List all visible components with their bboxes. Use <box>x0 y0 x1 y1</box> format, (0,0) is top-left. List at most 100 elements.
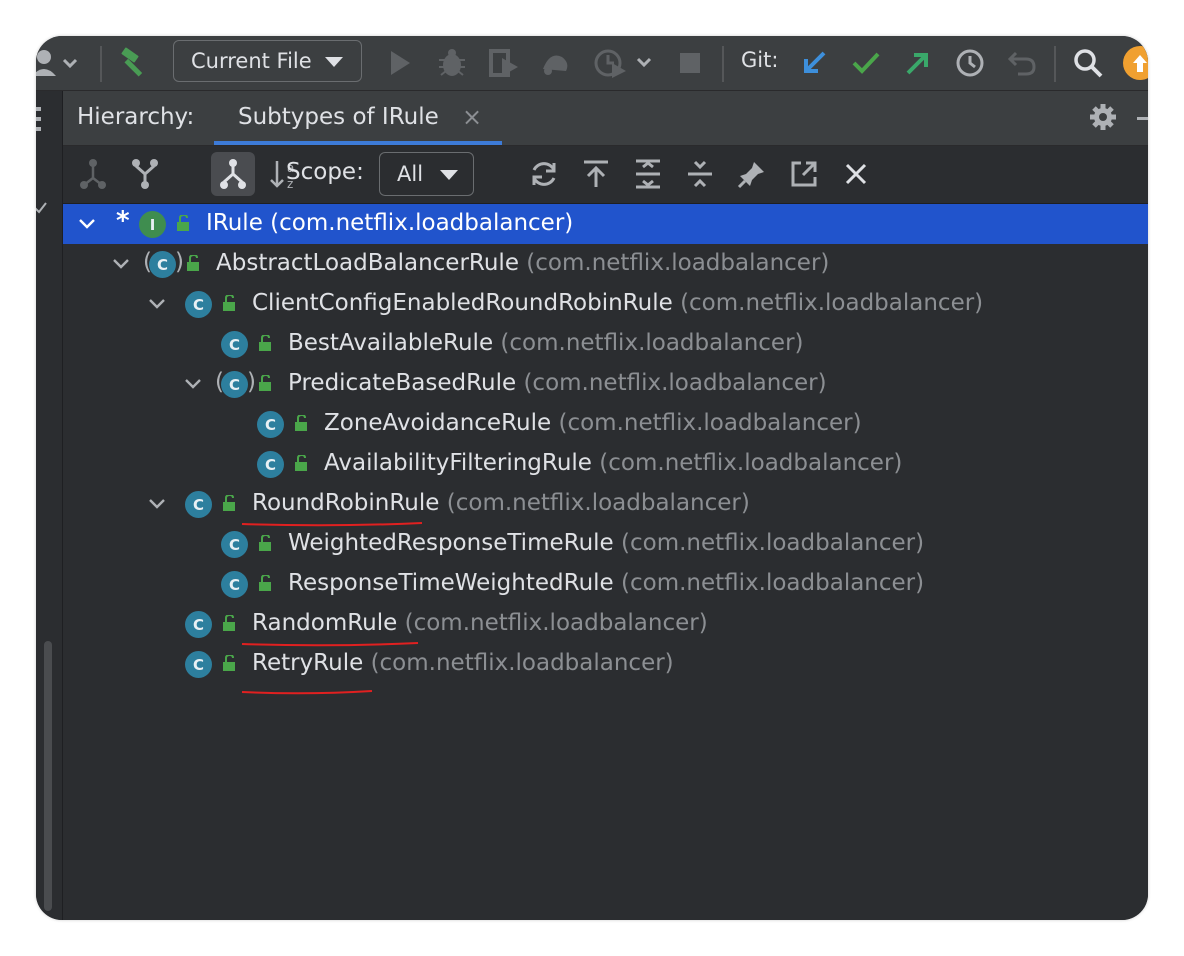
close-icon[interactable]: × <box>462 103 482 131</box>
debug-icon[interactable] <box>432 43 472 83</box>
expand-all-icon[interactable] <box>626 152 670 196</box>
subtypes-hierarchy-icon[interactable] <box>211 152 255 196</box>
red-underline-annotation <box>241 690 373 695</box>
tree-node[interactable]: C ClientConfigEnabledRoundRobinRule (com.… <box>63 284 1148 324</box>
export-icon[interactable] <box>782 152 826 196</box>
public-access-icon <box>223 655 235 671</box>
tree-node[interactable]: C AvailabilityFilteringRule (com.netflix.… <box>63 444 1148 484</box>
chevron-down-icon <box>440 170 458 180</box>
git-commit-icon[interactable] <box>846 43 886 83</box>
drag-handle-icon[interactable] <box>36 105 44 133</box>
chevron-down-icon[interactable] <box>148 495 166 513</box>
tree-node[interactable]: () C PredicateBasedRule (com.netflix.loadb… <box>63 364 1148 404</box>
abstract-class-icon: C <box>149 251 176 278</box>
tree-node-label: ResponseTimeWeightedRule (com.netflix.lo… <box>288 570 924 596</box>
toolbar-separator <box>722 46 724 82</box>
scrollbar-thumb[interactable] <box>44 641 52 911</box>
tree-node[interactable]: C RandomRule (com.netflix.loadbalancer) <box>63 604 1148 644</box>
user-icon[interactable] <box>36 43 86 83</box>
class-name: AbstractLoadBalancerRule <box>216 250 519 276</box>
git-push-icon[interactable] <box>898 43 938 83</box>
package-name: (com.netflix.loadbalancer) <box>621 570 925 596</box>
pin-icon[interactable] <box>730 152 774 196</box>
tree-node-label: AvailabilityFilteringRule (com.netflix.l… <box>324 450 902 476</box>
public-access-icon <box>295 415 307 431</box>
hierarchy-panel-header: Hierarchy: Subtypes of IRule × <box>63 91 1148 146</box>
package-name: (com.netflix.loadbalancer) <box>446 490 750 516</box>
abstract-class-icon: C <box>221 371 248 398</box>
public-access-icon <box>223 495 235 511</box>
active-tab-indicator <box>214 141 502 145</box>
package-name: (com.netflix.loadbalancer) <box>404 610 708 636</box>
class-name: ZoneAvoidanceRule <box>324 410 552 436</box>
profile-icon[interactable] <box>536 43 576 83</box>
tree-node-label: RoundRobinRule (com.netflix.loadbalancer… <box>252 490 750 516</box>
refresh-icon[interactable] <box>522 152 566 196</box>
abstract-marker: ) <box>175 249 184 275</box>
scope-select[interactable]: All <box>379 152 474 196</box>
tree-node[interactable]: C RoundRobinRule (com.netflix.loadbalance… <box>63 484 1148 524</box>
class-icon: C <box>221 571 248 598</box>
rollback-icon[interactable] <box>1002 43 1042 83</box>
package-name: (com.netflix.loadbalancer) <box>680 290 984 316</box>
tree-node[interactable]: () C AbstractLoadBalancerRule (com.netflix… <box>63 244 1148 284</box>
chevron-down-icon[interactable] <box>112 255 130 273</box>
tree-node[interactable]: C WeightedResponseTimeRule (com.netflix.l… <box>63 524 1148 564</box>
chevron-down-icon[interactable] <box>78 215 96 233</box>
public-access-icon <box>223 295 235 311</box>
left-tool-strip <box>36 91 63 920</box>
tree-node[interactable]: C BestAvailableRule (com.netflix.loadbala… <box>63 324 1148 364</box>
public-access-icon <box>259 575 271 591</box>
class-name: AvailabilityFilteringRule <box>324 450 592 476</box>
tab-subtypes-of-irule[interactable]: Subtypes of IRule × <box>214 91 502 145</box>
run-icon[interactable] <box>380 43 420 83</box>
supertypes-hierarchy-icon[interactable] <box>71 152 115 196</box>
tree-node[interactable]: C RetryRule (com.netflix.loadbalancer) <box>63 644 1148 684</box>
git-update-icon[interactable] <box>794 43 834 83</box>
public-access-icon <box>259 335 271 351</box>
tree-node-label: ZoneAvoidanceRule (com.netflix.loadbalan… <box>324 410 862 436</box>
public-access-icon <box>259 375 271 391</box>
public-access-icon <box>259 535 271 551</box>
class-name: RoundRobinRule <box>252 490 440 516</box>
tree-node[interactable]: C ZoneAvoidanceRule (com.netflix.loadbala… <box>63 404 1148 444</box>
close-icon[interactable] <box>834 152 878 196</box>
tree-node-label: WeightedResponseTimeRule (com.netflix.lo… <box>288 530 924 556</box>
tab-label: Subtypes of IRule <box>238 104 439 130</box>
coverage-icon[interactable] <box>484 43 524 83</box>
collapse-all-icon[interactable] <box>678 152 722 196</box>
class-icon: C <box>221 331 248 358</box>
class-hierarchy-icon[interactable] <box>123 152 167 196</box>
history-icon[interactable] <box>950 43 990 83</box>
run-configuration-select[interactable]: Current File <box>173 40 362 82</box>
package-name: (com.netflix.loadbalancer) <box>270 210 574 236</box>
update-available-icon[interactable] <box>1123 46 1148 80</box>
hierarchy-toolbar: az Scope: All <box>63 146 1148 204</box>
hierarchy-tree: * I IRule (com.netflix.loadbalancer)() C Abs… <box>63 204 1148 920</box>
minimize-icon[interactable] <box>1137 117 1148 121</box>
tree-node[interactable]: C ResponseTimeWeightedRule (com.netflix.l… <box>63 564 1148 604</box>
gear-icon[interactable] <box>1088 102 1118 132</box>
chevron-down-icon[interactable] <box>184 375 202 393</box>
abstract-marker: ) <box>247 369 256 395</box>
class-name: ClientConfigEnabledRoundRobinRule <box>252 290 673 316</box>
base-on-this-class-icon[interactable] <box>574 152 618 196</box>
class-icon: C <box>221 531 248 558</box>
git-label: Git: <box>741 48 779 72</box>
search-icon[interactable] <box>1068 43 1108 83</box>
tree-node[interactable]: * I IRule (com.netflix.loadbalancer) <box>63 204 1148 244</box>
package-name: (com.netflix.loadbalancer) <box>621 530 925 556</box>
class-icon: C <box>185 611 212 638</box>
stop-icon[interactable] <box>670 43 710 83</box>
class-name: RetryRule <box>252 650 364 676</box>
public-access-icon <box>187 255 199 271</box>
check-icon <box>36 202 47 214</box>
class-icon: C <box>257 411 284 438</box>
build-hammer-icon[interactable] <box>114 43 154 83</box>
chevron-down-icon[interactable] <box>148 295 166 313</box>
class-name: PredicateBasedRule <box>288 370 517 396</box>
public-access-icon <box>223 615 235 631</box>
attach-profiler-icon[interactable] <box>590 43 660 83</box>
scope-value: All <box>397 162 424 186</box>
hierarchy-title: Hierarchy: <box>77 104 195 130</box>
